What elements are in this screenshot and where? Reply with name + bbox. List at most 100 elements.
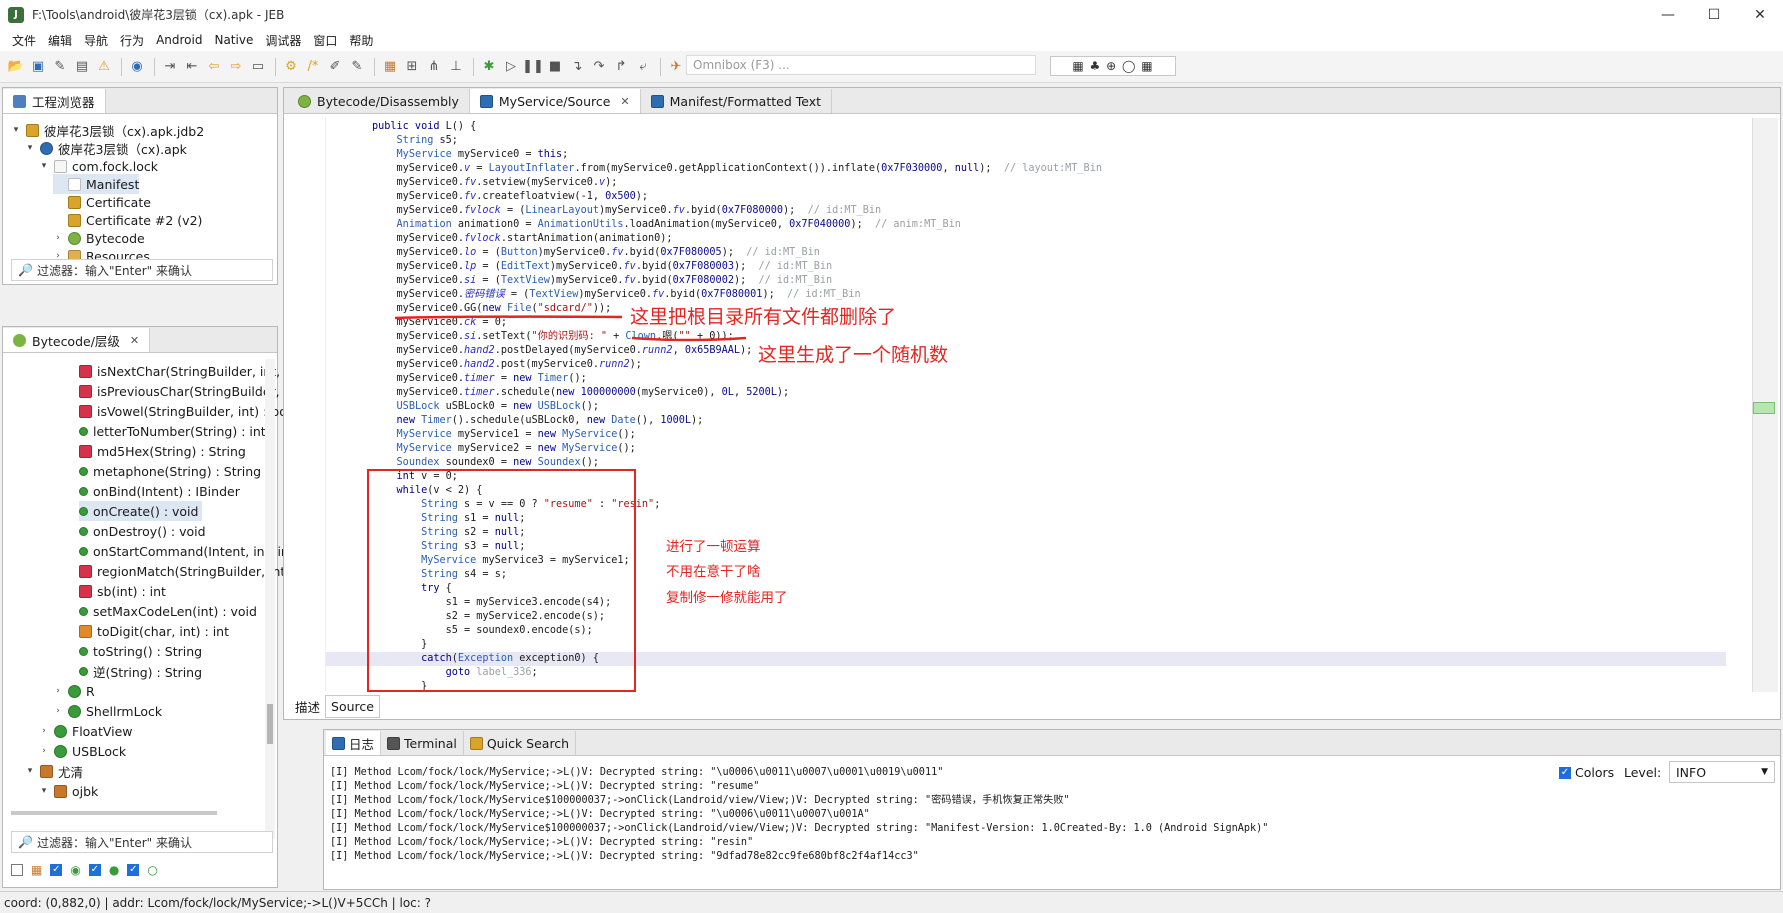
editor-scrollbar[interactable] bbox=[1752, 118, 1778, 692]
forward-icon[interactable]: ⇨ bbox=[226, 57, 246, 77]
code-line[interactable]: USBLock uSBLock0 = new USBLock(); bbox=[372, 400, 599, 414]
maximize-button[interactable]: ☐ bbox=[1691, 0, 1737, 29]
bytecode-tree-item[interactable]: › ShellrmLock bbox=[53, 701, 162, 721]
code-line[interactable]: myService0.fv.createfloatview(-1, 0x500)… bbox=[372, 190, 649, 204]
code-line[interactable]: myService0.timer.schedule(new 100000000(… bbox=[372, 386, 790, 400]
code-line[interactable]: MyService myService0 = this; bbox=[372, 148, 569, 162]
chevron-down-icon[interactable]: ▾ bbox=[11, 125, 21, 135]
bytecode-tree-item[interactable]: letterToNumber(String) : int bbox=[79, 421, 266, 441]
horizontal-scrollbar[interactable] bbox=[11, 811, 217, 815]
chevron-down-icon[interactable]: ▾ bbox=[39, 786, 49, 796]
chevron-down-icon[interactable]: ▾ bbox=[25, 766, 35, 776]
checked-checkbox[interactable]: ✓ bbox=[50, 864, 63, 876]
project-tree-item[interactable]: ▾ 彼岸花3层锁（cx).apk bbox=[25, 138, 187, 158]
decompile-icon[interactable]: ⚙ bbox=[281, 57, 301, 77]
code-line[interactable]: myService0.hand2.postDelayed(myService0.… bbox=[372, 344, 753, 358]
vertical-scrollbar[interactable] bbox=[265, 359, 275, 839]
tree-icon[interactable]: ⊥ bbox=[446, 57, 466, 77]
tab-console-2[interactable]: Quick Search bbox=[464, 731, 577, 755]
code-line[interactable]: myService0.si = (TextView)myService0.fv.… bbox=[372, 274, 833, 288]
graph-icon[interactable]: ⊞ bbox=[402, 57, 422, 77]
bytecode-tree-item[interactable]: isVowel(StringBuilder, int) : boo bbox=[79, 401, 295, 421]
code-line[interactable]: myService0.v = LayoutInflater.from(mySer… bbox=[372, 162, 1102, 176]
project-tree-item[interactable]: Certificate bbox=[53, 192, 151, 212]
code-line[interactable]: s1 = myService3.encode(s4); bbox=[372, 596, 612, 610]
project-filter-input[interactable]: 🔎 过滤器：输入"Enter" 来确认 bbox=[11, 259, 273, 281]
jump-in-icon[interactable]: ⇥ bbox=[160, 57, 180, 77]
stop-icon[interactable]: ■ bbox=[545, 57, 565, 77]
code-line[interactable]: myService0.lo = (Button)myService0.fv.by… bbox=[372, 246, 820, 260]
chevron-right-icon[interactable]: › bbox=[53, 686, 63, 696]
project-tree-item[interactable]: ▾ com.fock.lock bbox=[39, 156, 158, 176]
menu-action[interactable]: 行为 bbox=[114, 32, 150, 49]
chevron-right-icon[interactable]: › bbox=[53, 233, 63, 243]
bytecode-tree-item[interactable]: onBind(Intent) : IBinder bbox=[79, 481, 240, 501]
rename-icon[interactable]: ✐ bbox=[325, 57, 345, 77]
plugin-icon[interactable]: ✈ bbox=[666, 57, 686, 77]
code-line[interactable]: String s4 = s; bbox=[372, 568, 507, 582]
checked-checkbox[interactable]: ✓ bbox=[127, 864, 140, 876]
minimize-button[interactable]: — bbox=[1645, 0, 1691, 29]
save-icon[interactable]: ▣ bbox=[28, 57, 48, 77]
menu-window[interactable]: 窗口 bbox=[307, 32, 343, 49]
menu-edit[interactable]: 编辑 bbox=[42, 32, 78, 49]
code-line[interactable]: s5 = soundex0.encode(s); bbox=[372, 624, 593, 638]
code-line[interactable]: s2 = myService2.encode(s); bbox=[372, 610, 605, 624]
bytecode-tree-item[interactable]: sb(int) : int bbox=[79, 581, 166, 601]
subtab-description[interactable]: 描述 bbox=[290, 694, 325, 719]
bytecode-tree-item[interactable]: › USBLock bbox=[39, 741, 126, 761]
chevron-down-icon[interactable]: ▾ bbox=[39, 161, 49, 171]
bytecode-tree-item[interactable]: ▾ ojbk bbox=[39, 781, 99, 801]
close-icon[interactable]: ✕ bbox=[620, 95, 629, 108]
code-line[interactable]: String s2 = null; bbox=[372, 526, 525, 540]
project-tree-item[interactable]: ▾ 彼岸花3层锁（cx).apk.jdb2 bbox=[11, 120, 204, 140]
step-return-icon[interactable]: ⤶ bbox=[633, 57, 653, 77]
code-line[interactable]: myService0.密码错误 = (TextView)myService0.f… bbox=[372, 288, 861, 302]
bytecode-tree-item[interactable]: toString() : String bbox=[79, 641, 202, 661]
tab-editor-1[interactable]: MyService/Source ✕ bbox=[469, 89, 641, 113]
menu-file[interactable]: 文件 bbox=[6, 32, 42, 49]
menu-native[interactable]: Native bbox=[208, 33, 259, 47]
debug-icon[interactable]: ✱ bbox=[479, 57, 499, 77]
omnibox-input[interactable]: Omnibox (F3) ... bbox=[686, 55, 1036, 75]
code-line[interactable]: new Timer().schedule(uSBLock0, new Date(… bbox=[372, 414, 704, 428]
bytecode-tree-item[interactable]: ▾ 尤清 bbox=[25, 761, 83, 781]
wrench-icon[interactable]: ✎ bbox=[50, 57, 70, 77]
pause-icon[interactable]: ❚❚ bbox=[522, 57, 544, 77]
bytecode-filter-input[interactable]: 🔎 过滤器：输入"Enter" 来确认 bbox=[11, 831, 273, 853]
code-line[interactable]: myService0.GG(new File("sdcard/")); bbox=[372, 302, 612, 316]
grid-icon[interactable]: ▦ bbox=[380, 57, 400, 77]
back-icon[interactable]: ⇦ bbox=[204, 57, 224, 77]
code-line[interactable]: int v = 0; bbox=[372, 470, 458, 484]
run-icon[interactable]: ▷ bbox=[501, 57, 521, 77]
globe-icon[interactable]: ◉ bbox=[127, 57, 147, 77]
project-tree-item[interactable]: Manifest bbox=[53, 174, 140, 194]
document-icon[interactable]: ▭ bbox=[248, 57, 268, 77]
code-line[interactable]: String s = v == 0 ? "resume" : "resin"; bbox=[372, 498, 660, 512]
code-view[interactable]: public void L() { String s5; MyService m… bbox=[326, 120, 1746, 692]
code-line[interactable]: myService0.ck = 0; bbox=[372, 316, 507, 330]
step-into-icon[interactable]: ↴ bbox=[567, 57, 587, 77]
tab-project-explorer[interactable]: 工程浏览器 bbox=[3, 89, 106, 113]
code-line[interactable]: myService0.fvlock = (LinearLayout)myServ… bbox=[372, 204, 882, 218]
close-button[interactable]: ✕ bbox=[1737, 0, 1783, 29]
bytecode-tree-item[interactable]: › R bbox=[53, 681, 95, 701]
bytecode-tree-item[interactable]: onDestroy() : void bbox=[79, 521, 206, 541]
menu-debugger[interactable]: 调试器 bbox=[259, 32, 307, 49]
code-line[interactable]: Soundex soundex0 = new Soundex(); bbox=[372, 456, 599, 470]
bytecode-tree-item[interactable]: metaphone(String) : String bbox=[79, 461, 261, 481]
code-line[interactable]: myService0.fvlock.startAnimation(animati… bbox=[372, 232, 673, 246]
code-line[interactable]: myService0.lp = (EditText)myService0.fv.… bbox=[372, 260, 833, 274]
checked-checkbox[interactable]: ✓ bbox=[1559, 766, 1571, 779]
code-line[interactable]: public void L() { bbox=[372, 120, 476, 134]
bytecode-tree-item[interactable]: toDigit(char, int) : int bbox=[79, 621, 229, 641]
nodes-icon[interactable]: ⋔ bbox=[424, 57, 444, 77]
menu-navigate[interactable]: 导航 bbox=[78, 32, 114, 49]
code-line[interactable]: } bbox=[372, 638, 427, 652]
code-line[interactable]: myService0.timer = new Timer(); bbox=[372, 372, 587, 386]
project-tree-item[interactable]: Certificate #2 (v2) bbox=[53, 210, 202, 230]
code-line[interactable]: goto label_336; bbox=[372, 666, 538, 680]
tab-bytecode-hierarchy[interactable]: Bytecode/层级 ✕ bbox=[3, 328, 151, 352]
code-line[interactable]: String s1 = null; bbox=[372, 512, 525, 526]
bytecode-tree-item[interactable]: setMaxCodeLen(int) : void bbox=[79, 601, 257, 621]
